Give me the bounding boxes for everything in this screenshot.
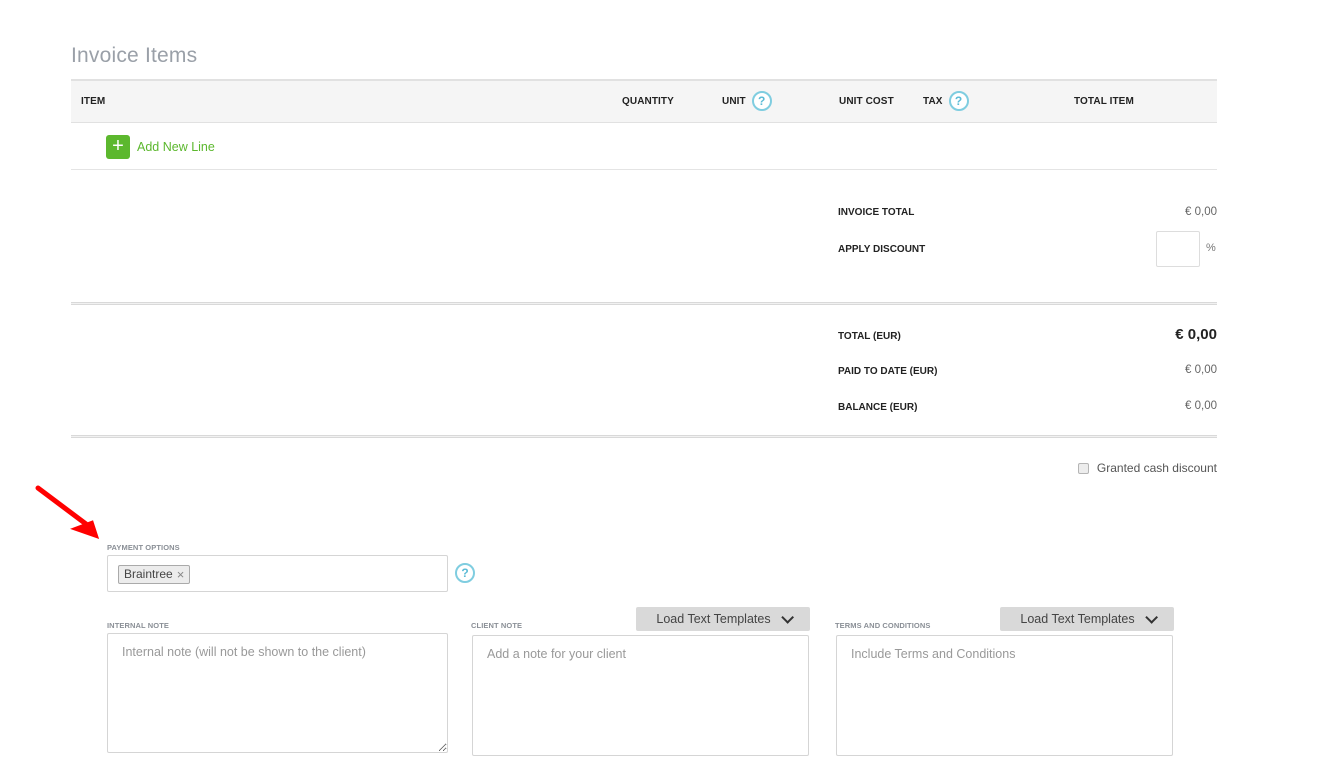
- invoice-total-value: € 0,00: [1185, 206, 1217, 218]
- client-note-textarea[interactable]: [472, 635, 809, 756]
- terms-load-templates-button[interactable]: Load Text Templates: [1000, 607, 1174, 631]
- divider-double: [71, 435, 1217, 438]
- chevron-down-icon: [1144, 610, 1158, 624]
- items-table-header: ITEM QUANTITY UNIT? UNIT COST TAX? TOTAL…: [71, 79, 1217, 123]
- remove-tag-icon[interactable]: ×: [177, 566, 185, 583]
- cash-discount-checkbox[interactable]: [1077, 462, 1089, 474]
- invoice-total-label: INVOICE TOTAL: [838, 207, 915, 218]
- total-label: TOTAL (EUR): [838, 331, 901, 342]
- apply-discount-label: APPLY DISCOUNT: [838, 244, 926, 255]
- column-header-unit-cost: UNIT COST: [839, 96, 894, 107]
- divider-double: [71, 302, 1217, 305]
- terms-textarea[interactable]: [836, 635, 1173, 756]
- column-header-total-item: TOTAL ITEM: [1074, 96, 1134, 107]
- load-templates-label: Load Text Templates: [1020, 612, 1135, 626]
- load-templates-label: Load Text Templates: [656, 612, 771, 626]
- internal-note-label: INTERNAL NOTE: [107, 621, 169, 630]
- paid-to-date-value: € 0,00: [1185, 364, 1217, 376]
- add-new-line-label: Add New Line: [137, 140, 215, 154]
- unit-help-icon[interactable]: ?: [751, 91, 772, 112]
- tax-help-icon[interactable]: ?: [948, 91, 969, 112]
- payment-options-label: PAYMENT OPTIONS: [107, 543, 180, 552]
- balance-value: € 0,00: [1185, 400, 1217, 412]
- payment-option-tag: Braintree ×: [118, 565, 191, 584]
- section-title: Invoice Items: [71, 44, 198, 67]
- column-header-item: ITEM: [81, 96, 106, 107]
- terms-label: TERMS AND CONDITIONS: [835, 621, 931, 630]
- percent-sign: %: [1206, 242, 1216, 254]
- divider: [71, 169, 1217, 170]
- payment-options-select[interactable]: Braintree ×: [107, 555, 448, 592]
- add-new-line-button[interactable]: + Add New Line: [106, 135, 215, 159]
- total-value: € 0,00: [1175, 326, 1217, 343]
- column-header-tax: TAX?: [923, 81, 969, 123]
- annotation-arrow-icon: [35, 485, 100, 540]
- column-header-quantity: QUANTITY: [622, 96, 674, 107]
- cash-discount-label: Granted cash discount: [1096, 461, 1217, 475]
- client-note-load-templates-button[interactable]: Load Text Templates: [636, 607, 810, 631]
- paid-to-date-label: PAID TO DATE (EUR): [838, 366, 938, 377]
- client-note-label: CLIENT NOTE: [471, 621, 523, 630]
- discount-input[interactable]: [1156, 231, 1200, 267]
- column-header-unit: UNIT?: [722, 81, 772, 123]
- payment-option-tag-label: Braintree: [124, 567, 173, 581]
- payment-options-help-icon[interactable]: ?: [455, 563, 475, 583]
- plus-icon: +: [106, 135, 130, 159]
- balance-label: BALANCE (EUR): [838, 402, 918, 413]
- chevron-down-icon: [780, 610, 794, 624]
- internal-note-textarea[interactable]: [107, 633, 448, 753]
- granted-cash-discount-option[interactable]: Granted cash discount: [1077, 461, 1217, 475]
